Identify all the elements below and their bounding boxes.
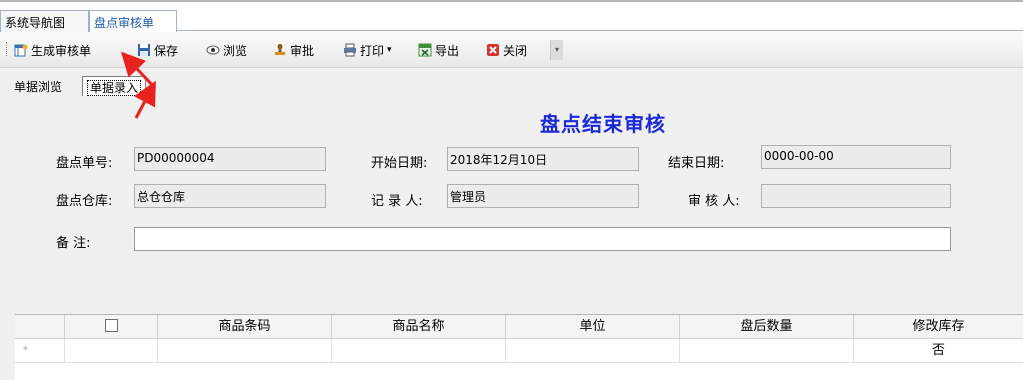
- new-row-marker: *: [15, 339, 65, 363]
- product-name-cell[interactable]: [332, 339, 506, 363]
- row-header-corner: [15, 315, 65, 339]
- count-number-label: 盘点单号:: [56, 156, 113, 171]
- reviewer-label: 审 核 人:: [688, 194, 740, 209]
- print-label: 打印: [360, 43, 385, 58]
- column-header-barcode[interactable]: 商品条码: [158, 315, 332, 339]
- stamp-icon: [273, 43, 287, 57]
- reviewer-field[interactable]: [761, 184, 951, 208]
- tab-document-browse[interactable]: 单据浏览: [10, 76, 66, 96]
- generate-audit-button[interactable]: 生成审核单: [14, 40, 91, 60]
- close-label: 关闭: [503, 43, 528, 58]
- end-date-label: 结束日期:: [668, 156, 725, 171]
- close-icon: [486, 43, 500, 57]
- print-button[interactable]: 打印 ▾: [343, 40, 392, 60]
- generate-audit-label: 生成审核单: [31, 43, 92, 58]
- remark-field[interactable]: [134, 227, 951, 251]
- save-button[interactable]: 保存: [137, 40, 178, 60]
- column-header-product-name[interactable]: 商品名称: [332, 315, 506, 339]
- warehouse-label: 盘点仓库:: [56, 194, 113, 209]
- excel-export-icon: [418, 43, 432, 57]
- new-document-icon: [14, 43, 28, 57]
- document-tab-bar: 系统导航图 盘点审核单: [0, 0, 1023, 34]
- approve-label: 审批: [290, 43, 315, 58]
- column-header-modify-stock[interactable]: 修改库存: [854, 315, 1023, 339]
- table-row[interactable]: * 否: [15, 339, 1023, 363]
- column-header-counted-qty[interactable]: 盘后数量: [680, 315, 854, 339]
- count-number-field[interactable]: PD00000004: [134, 147, 326, 171]
- tab-inventory-audit[interactable]: 盘点审核单: [89, 10, 177, 34]
- start-date-label: 开始日期:: [371, 156, 428, 171]
- floppy-disk-icon: [137, 43, 151, 57]
- grid-header: 商品条码 商品名称 单位 盘后数量 修改库存: [15, 315, 1023, 339]
- remark-label: 备 注:: [56, 236, 91, 251]
- select-all-cell: [65, 315, 158, 339]
- browse-button[interactable]: 浏览: [206, 40, 247, 60]
- end-date-field[interactable]: 0000-00-00: [761, 145, 951, 169]
- print-dropdown-caret[interactable]: ▾: [387, 45, 392, 55]
- counted-qty-cell[interactable]: [680, 339, 854, 363]
- toolbar-overflow-button[interactable]: ▾: [550, 40, 563, 60]
- export-label: 导出: [435, 43, 460, 58]
- modify-stock-cell[interactable]: 否: [854, 339, 1023, 363]
- recorder-field[interactable]: 管理员: [447, 184, 639, 208]
- unit-cell[interactable]: [506, 339, 680, 363]
- save-label: 保存: [154, 43, 179, 58]
- warehouse-field[interactable]: 总仓仓库: [134, 184, 326, 208]
- toolbar: 生成审核单 保存 浏览 审批 打印 ▾ 导出 关闭 ▾: [0, 32, 1023, 68]
- eye-icon: [206, 43, 220, 57]
- recorder-label: 记 录 人:: [371, 194, 423, 209]
- close-button[interactable]: 关闭: [486, 40, 527, 60]
- tab-document-entry[interactable]: 单据录入: [82, 76, 147, 96]
- select-all-checkbox[interactable]: [104, 319, 118, 332]
- form-panel: 盘点结束审核 盘点单号: PD00000004 开始日期: 2018年12月10…: [0, 96, 1023, 380]
- page-title: 盘点结束审核: [540, 112, 666, 136]
- row-select-cell[interactable]: [65, 339, 158, 363]
- barcode-cell[interactable]: [158, 339, 332, 363]
- browse-label: 浏览: [223, 43, 248, 58]
- approve-button[interactable]: 审批: [273, 40, 314, 60]
- printer-icon: [343, 43, 357, 57]
- column-header-unit[interactable]: 单位: [506, 315, 680, 339]
- tab-system-navigation[interactable]: 系统导航图: [0, 10, 89, 33]
- view-tab-bar: 单据浏览 单据录入: [0, 68, 1023, 96]
- export-button[interactable]: 导出: [418, 40, 459, 60]
- start-date-field[interactable]: 2018年12月10日: [447, 147, 639, 171]
- tab-document-entry-label: 单据录入: [87, 80, 142, 96]
- toolbar-grip[interactable]: [6, 42, 9, 56]
- item-grid: 商品条码 商品名称 单位 盘后数量 修改库存 * 否: [15, 314, 1023, 380]
